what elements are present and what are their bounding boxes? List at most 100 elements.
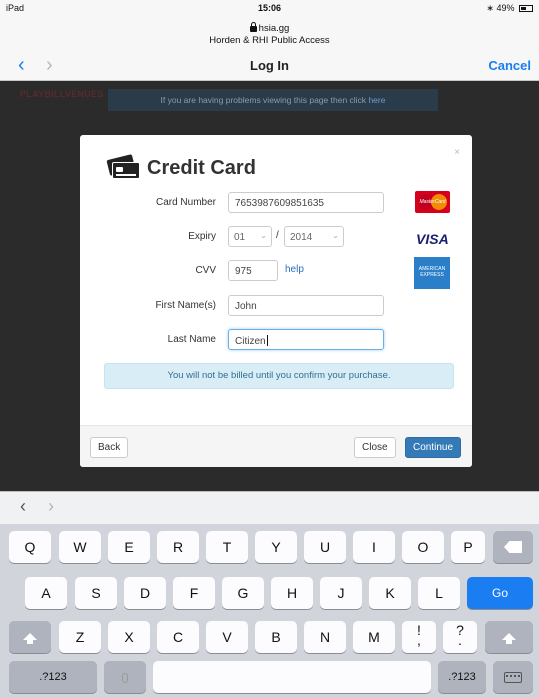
notice-bar: If you are having problems viewing this … bbox=[108, 89, 438, 111]
url-domain[interactable]: hsia.gg bbox=[0, 16, 539, 34]
key-w[interactable]: W bbox=[59, 531, 101, 563]
first-name-label: First Name(s) bbox=[155, 300, 216, 311]
key-b[interactable]: B bbox=[255, 621, 297, 653]
keyboard-toolbar: ‹ › bbox=[0, 491, 539, 524]
cvv-label: CVV bbox=[195, 265, 216, 276]
credit-card-modal: × Credit Card Card Number 76539876098516… bbox=[80, 135, 472, 467]
key-k[interactable]: K bbox=[369, 577, 411, 609]
dictation-key[interactable] bbox=[104, 661, 146, 693]
cvv-input[interactable]: 975 bbox=[228, 260, 278, 281]
lock-icon bbox=[249, 22, 257, 32]
space-key[interactable] bbox=[153, 661, 431, 693]
bluetooth-icon: ∗ bbox=[486, 3, 494, 13]
key-g[interactable]: G bbox=[222, 577, 264, 609]
key-t[interactable]: T bbox=[206, 531, 248, 563]
nav-title: Log In bbox=[250, 58, 289, 73]
expiry-separator: / bbox=[276, 230, 279, 241]
chevron-down-icon: ⌄ bbox=[260, 231, 267, 240]
notice-link[interactable]: here bbox=[368, 95, 385, 105]
cancel-button[interactable]: Cancel bbox=[488, 58, 531, 73]
key-v[interactable]: V bbox=[206, 621, 248, 653]
key-r[interactable]: R bbox=[157, 531, 199, 563]
backspace-key[interactable] bbox=[493, 531, 533, 563]
expiry-month-value: 01 bbox=[234, 232, 246, 243]
nav-bar: ‹ › Log In Cancel bbox=[0, 50, 539, 81]
microphone-icon bbox=[122, 673, 128, 683]
amex-logo-icon: AMERICAN EXPRESS bbox=[414, 257, 450, 289]
key-c[interactable]: C bbox=[157, 621, 199, 653]
expiry-year-value: 2014 bbox=[290, 232, 313, 243]
url-domain-text: hsia.gg bbox=[258, 23, 290, 34]
notice-text: If you are having problems viewing this … bbox=[160, 95, 367, 105]
previous-field-icon[interactable]: ‹ bbox=[20, 496, 26, 517]
url-bar[interactable]: hsia.gg Horden & RHI Public Access bbox=[0, 16, 539, 50]
close-button[interactable]: Close bbox=[354, 437, 396, 458]
continue-button[interactable]: Continue bbox=[405, 437, 462, 458]
period-glyph: . bbox=[458, 632, 462, 648]
visa-logo-icon: VISA bbox=[416, 231, 449, 247]
last-name-label: Last Name bbox=[167, 334, 216, 345]
billing-info-alert: You will not be billed until you confirm… bbox=[104, 363, 454, 389]
key-e[interactable]: E bbox=[108, 531, 150, 563]
last-name-input[interactable]: Citizen bbox=[228, 329, 384, 350]
last-name-value: Citizen bbox=[235, 336, 266, 347]
onscreen-keyboard: ‹ › Q W E R T Y U I O P A S D F G H J K … bbox=[0, 491, 539, 698]
exclamation-comma-key[interactable]: ! , bbox=[402, 621, 436, 653]
shift-key-right[interactable] bbox=[485, 621, 533, 653]
shift-icon bbox=[502, 633, 516, 644]
close-icon[interactable]: × bbox=[454, 147, 460, 158]
key-l[interactable]: L bbox=[418, 577, 460, 609]
card-number-row: Card Number 7653987609851635 bbox=[80, 192, 472, 214]
question-period-key[interactable]: ? . bbox=[443, 621, 477, 653]
go-key[interactable]: Go bbox=[467, 577, 533, 609]
credit-card-icon bbox=[106, 154, 142, 179]
text-cursor bbox=[266, 335, 268, 346]
modal-footer: Back Close Continue bbox=[80, 425, 472, 467]
status-bar: iPad 15:06 ∗ 49% bbox=[0, 0, 539, 16]
modal-header: Credit Card bbox=[106, 153, 256, 183]
first-name-row: First Name(s) John bbox=[80, 295, 472, 317]
key-z[interactable]: Z bbox=[59, 621, 101, 653]
key-x[interactable]: X bbox=[108, 621, 150, 653]
key-p[interactable]: P bbox=[451, 531, 485, 563]
backspace-icon bbox=[504, 541, 522, 553]
last-name-row: Last Name Citizen bbox=[80, 329, 472, 351]
shift-icon bbox=[23, 633, 37, 644]
url-page-title: Horden & RHI Public Access bbox=[209, 35, 330, 46]
key-d[interactable]: D bbox=[124, 577, 166, 609]
comma-glyph: , bbox=[417, 632, 421, 648]
battery-icon bbox=[519, 5, 533, 12]
key-s[interactable]: S bbox=[75, 577, 117, 609]
next-field-icon[interactable]: › bbox=[48, 496, 54, 517]
key-m[interactable]: M bbox=[353, 621, 395, 653]
keyboard-dismiss-icon bbox=[504, 672, 522, 683]
key-u[interactable]: U bbox=[304, 531, 346, 563]
modal-title: Credit Card bbox=[147, 156, 256, 179]
status-time: 15:06 bbox=[257, 3, 282, 13]
key-a[interactable]: A bbox=[25, 577, 67, 609]
expiry-year-select[interactable]: 2014 ⌄ bbox=[284, 226, 344, 247]
key-y[interactable]: Y bbox=[255, 531, 297, 563]
shift-key-left[interactable] bbox=[9, 621, 51, 653]
numbers-key-right[interactable]: .?123 bbox=[438, 661, 486, 693]
mastercard-text: MasterCard bbox=[419, 199, 446, 205]
key-i[interactable]: I bbox=[353, 531, 395, 563]
numbers-key-left[interactable]: .?123 bbox=[9, 661, 97, 693]
help-link[interactable]: help bbox=[285, 264, 304, 275]
key-n[interactable]: N bbox=[304, 621, 346, 653]
dismiss-keyboard-key[interactable] bbox=[493, 661, 533, 693]
back-button[interactable]: Back bbox=[90, 437, 129, 458]
expiry-row: Expiry 01 ⌄ / 2014 ⌄ bbox=[80, 226, 472, 248]
site-logo: PLAYBILLVENUES bbox=[20, 89, 104, 99]
key-j[interactable]: J bbox=[320, 577, 362, 609]
key-q[interactable]: Q bbox=[9, 531, 51, 563]
key-f[interactable]: F bbox=[173, 577, 215, 609]
expiry-label: Expiry bbox=[188, 231, 216, 242]
card-number-label: Card Number bbox=[155, 197, 216, 208]
first-name-input[interactable]: John bbox=[228, 295, 384, 316]
key-h[interactable]: H bbox=[271, 577, 313, 609]
mastercard-logo-icon: MasterCard bbox=[415, 191, 450, 213]
card-number-input[interactable]: 7653987609851635 bbox=[228, 192, 384, 213]
expiry-month-select[interactable]: 01 ⌄ bbox=[228, 226, 272, 247]
key-o[interactable]: O bbox=[402, 531, 444, 563]
